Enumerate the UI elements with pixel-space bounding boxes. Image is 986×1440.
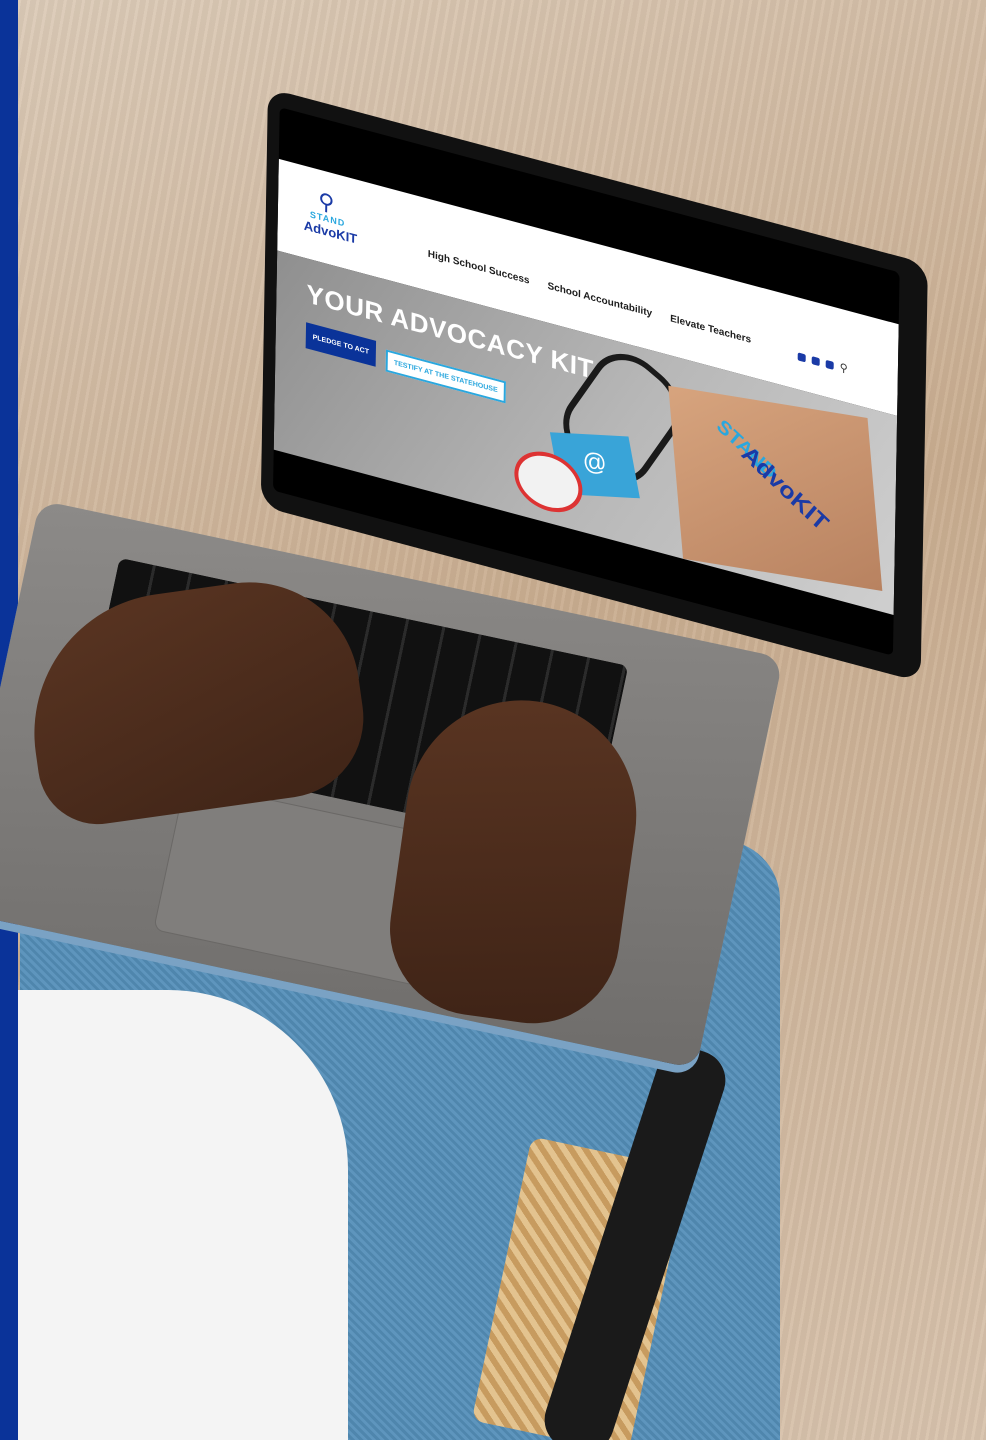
box-advokit-text: AdvoKIT: [736, 441, 833, 537]
nav-item-elevate-teachers[interactable]: Elevate Teachers: [670, 313, 751, 346]
header-icons: ⚲: [797, 349, 848, 376]
stand-advokit-logo[interactable]: ⚲ STAND AdvoKIT: [300, 183, 361, 255]
instagram-icon[interactable]: [825, 359, 834, 370]
pledge-to-act-button[interactable]: PLEDGE TO ACT: [305, 322, 377, 367]
facebook-icon[interactable]: [797, 351, 806, 362]
twitter-icon[interactable]: [811, 355, 820, 366]
search-icon[interactable]: ⚲: [840, 361, 848, 376]
at-sign-icon: @: [580, 448, 610, 478]
advokit-box-image: STAND AdvoKIT: [668, 385, 883, 592]
nav-item-school-accountability[interactable]: School Accountability: [547, 281, 652, 320]
photo-scene: ⚲ STAND AdvoKIT High School Success Scho…: [0, 0, 986, 1440]
nav-item-high-school-success[interactable]: High School Success: [428, 249, 530, 287]
white-shirt: [18, 990, 348, 1440]
